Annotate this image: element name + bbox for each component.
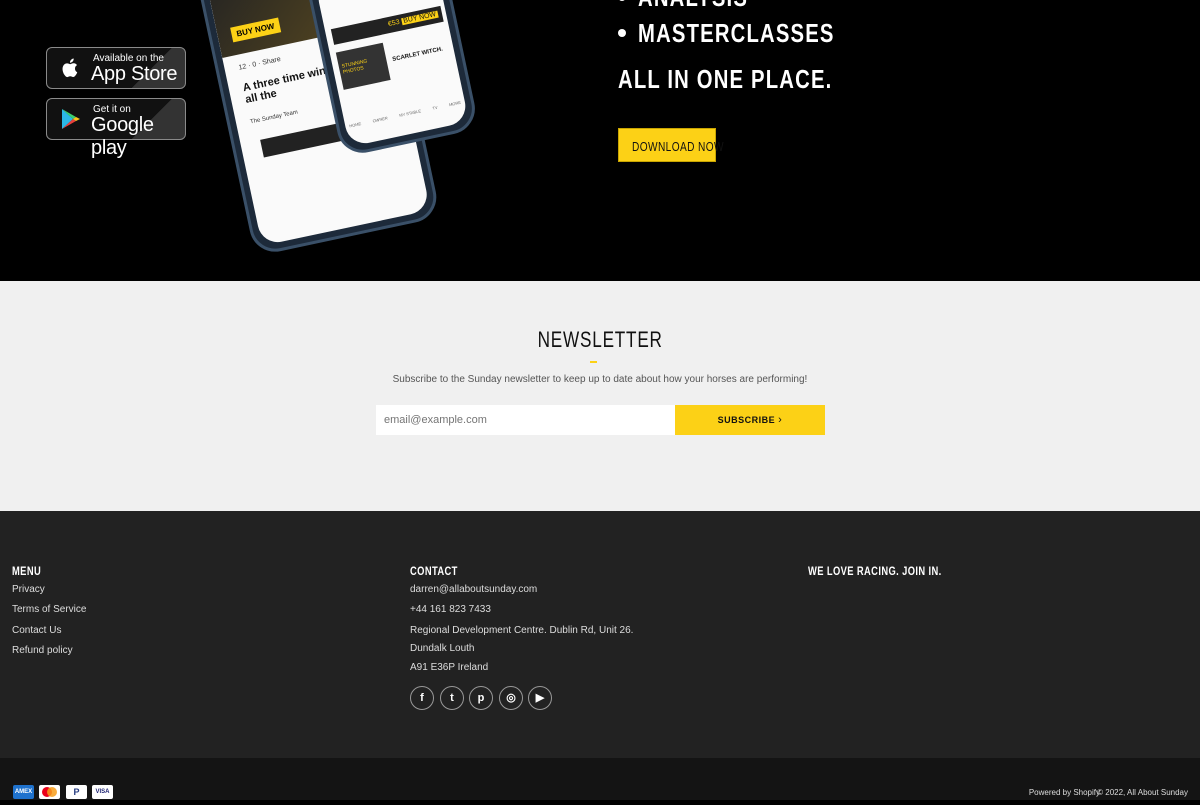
tagline-text: ALL IN ONE PLACE. — [618, 64, 833, 94]
app-tab: MORE — [448, 99, 462, 108]
menu-heading: MENU — [12, 564, 49, 578]
apple-icon — [62, 58, 78, 78]
bullet-dot — [618, 29, 626, 37]
download-now-button[interactable]: DOWNLOAD NOW — [618, 128, 724, 162]
subscribe-button[interactable]: SUBSCRIBE › — [675, 405, 825, 435]
instagram-icon[interactable]: ◎ — [499, 686, 523, 710]
promo-price: €53 — [387, 18, 401, 29]
contact-address-line: A91 E36P Ireland — [410, 662, 489, 673]
newsletter-title-text: NEWSLETTER — [537, 327, 663, 352]
newsletter-title: NEWSLETTER — [0, 327, 1200, 353]
contact-phone: +44 161 823 7433 — [410, 604, 491, 615]
visa-icon: VISA — [92, 785, 113, 799]
footer-link-refund[interactable]: Refund policy — [12, 645, 73, 656]
comments-count: 0 — [251, 61, 258, 69]
card-title: SCARLET WITCH. — [391, 46, 444, 63]
app-tab-bar: HOME OWNER MY STABLE TV MORE — [349, 100, 462, 129]
paypal-icon: P — [66, 785, 87, 799]
copyright: © 2022, All About Sunday — [1097, 788, 1188, 797]
footer: MENU Privacy Terms of Service Contact Us… — [0, 511, 1200, 758]
menu-heading-text: MENU — [12, 564, 42, 578]
contact-heading: CONTACT — [410, 564, 471, 578]
share-label: Share — [261, 55, 282, 67]
powered-by-shopify-link[interactable]: Powered by Shopify — [1029, 788, 1100, 797]
title-underline — [590, 361, 597, 363]
chevron-right-icon: › — [778, 414, 783, 426]
amex-icon: AMEX — [13, 785, 34, 799]
app-tab: HOME — [348, 121, 362, 129]
newsletter-section: NEWSLETTER Subscribe to the Sunday newsl… — [0, 281, 1200, 511]
article-author: The Sunday Team — [249, 109, 299, 126]
contact-address-line: Regional Development Centre. Dublin Rd, … — [410, 625, 634, 636]
app-tab: OWNER — [372, 115, 389, 124]
contact-email[interactable]: darren@allaboutsunday.com — [410, 584, 537, 595]
card-image-title: STUNNING PHOTOS — [335, 42, 391, 90]
app-store-badge[interactable]: Available on the App Store — [46, 47, 186, 89]
footer-link-contact[interactable]: Contact Us — [12, 625, 61, 636]
bottom-bar: AMEX P VISA Powered by Shopify © 2022, A… — [0, 758, 1200, 800]
google-play-icon — [62, 109, 80, 129]
bullet-text: ANALYSIS — [638, 0, 748, 13]
footer-link-terms[interactable]: Terms of Service — [12, 604, 86, 615]
footer-link-privacy[interactable]: Privacy — [12, 584, 45, 595]
mastercard-icon — [39, 785, 60, 799]
app-tab: MY STABLE — [398, 108, 422, 118]
google-play-badge[interactable]: Get it on Google play — [46, 98, 186, 159]
tagline: ALL IN ONE PLACE. — [618, 64, 893, 95]
badge-big-text: App Store — [91, 63, 178, 85]
phone-screen: €53 BUY NOW STUNNING PHOTOS SCARLET WITC… — [314, 0, 470, 147]
contact-address-line: Dundalk Louth — [410, 643, 475, 654]
footer-tagline-text: WE LOVE RACING. JOIN IN. — [808, 564, 942, 578]
app-tab: TV — [431, 104, 439, 111]
bullet-dot — [618, 0, 626, 1]
newsletter-description: Subscribe to the Sunday newsletter to ke… — [392, 374, 808, 385]
badge-big-text: Google play — [91, 114, 154, 159]
email-input[interactable] — [376, 405, 675, 435]
likes-count: 12 — [238, 63, 248, 72]
footer-tagline: WE LOVE RACING. JOIN IN. — [808, 564, 979, 578]
bullet-text: MASTERCLASSES — [638, 18, 835, 48]
youtube-icon[interactable]: ▶ — [528, 686, 552, 710]
pinterest-icon[interactable]: p — [469, 686, 493, 710]
download-label: DOWNLOAD NOW — [632, 139, 725, 154]
promo-buy: BUY NOW — [400, 10, 439, 26]
app-promo-section: Available on the App Store Get it on Goo… — [0, 0, 1200, 281]
subscribe-label: SUBSCRIBE — [717, 415, 776, 425]
facebook-icon[interactable]: f — [410, 686, 434, 710]
contact-heading-text: CONTACT — [410, 564, 458, 578]
twitter-icon[interactable]: t — [440, 686, 464, 710]
